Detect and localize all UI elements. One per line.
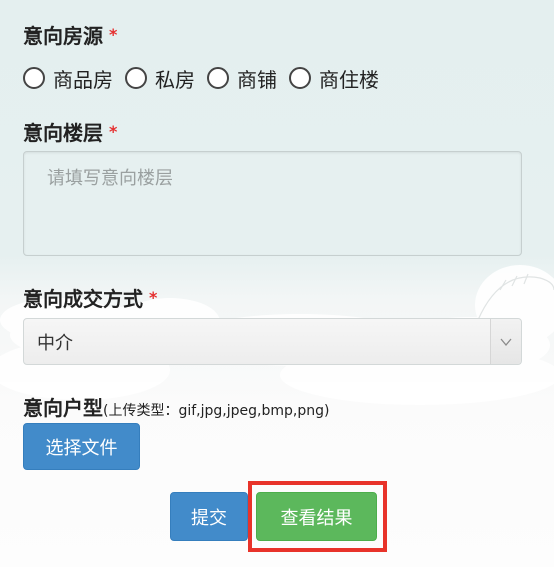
- deal-method-select[interactable]: 中介: [23, 318, 522, 365]
- radio-option-label: 商品房: [53, 67, 113, 92]
- unit-type-label-text: 意向户型: [23, 396, 103, 420]
- radio-circle-icon[interactable]: [125, 67, 147, 89]
- radio-circle-icon[interactable]: [289, 67, 311, 89]
- deal-method-selected-value: 中介: [37, 332, 73, 354]
- unit-type-label: 意向户型(上传类型：gif,jpg,jpeg,bmp,png): [23, 392, 329, 421]
- radio-option-label: 商住楼: [319, 67, 379, 92]
- floor-label-text: 意向楼层: [23, 121, 103, 145]
- radio-option-shop[interactable]: 商铺: [207, 64, 277, 93]
- property-source-radio-group: 商品房 私房 商铺 商住楼: [23, 64, 391, 92]
- deal-method-label-text: 意向成交方式: [23, 287, 143, 311]
- property-source-label-text: 意向房源: [23, 24, 103, 48]
- choose-file-button-label: 选择文件: [45, 437, 118, 459]
- radio-circle-icon[interactable]: [23, 67, 45, 89]
- required-asterisk: *: [149, 288, 158, 307]
- radio-option-label: 私房: [155, 67, 195, 92]
- property-source-label: 意向房源 *: [23, 20, 117, 49]
- radio-option-label: 商铺: [237, 67, 277, 92]
- radio-option-commercial-housing[interactable]: 商品房: [23, 64, 113, 93]
- radio-option-commercial-residential[interactable]: 商住楼: [289, 64, 379, 93]
- required-asterisk: *: [109, 122, 118, 141]
- floor-textarea[interactable]: 请填写意向楼层: [23, 151, 522, 256]
- deal-method-label: 意向成交方式 *: [23, 283, 157, 312]
- submit-button-label: 提交: [191, 507, 227, 529]
- choose-file-button[interactable]: 选择文件: [23, 423, 140, 470]
- radio-circle-icon[interactable]: [207, 67, 229, 89]
- floor-textarea-placeholder: 请填写意向楼层: [47, 168, 173, 189]
- upload-type-hint: (上传类型：gif,jpg,jpeg,bmp,png): [103, 403, 330, 419]
- floor-label: 意向楼层 *: [23, 117, 117, 146]
- highlight-box: [248, 481, 387, 552]
- radio-option-private-house[interactable]: 私房: [125, 64, 195, 93]
- submit-button[interactable]: 提交: [170, 492, 248, 541]
- required-asterisk: *: [109, 25, 118, 44]
- chevron-down-icon[interactable]: [490, 319, 521, 364]
